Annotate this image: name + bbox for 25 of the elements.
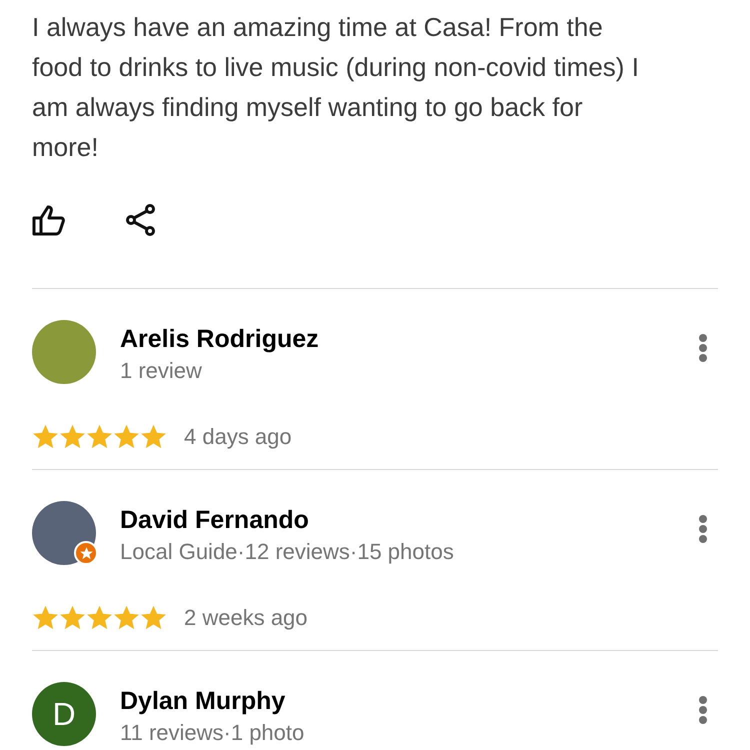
star-icon [113, 604, 140, 631]
star-icon [140, 604, 167, 631]
star-icon [140, 423, 167, 450]
review-text: I always have an amazing time at Casa! From the food to drinks to live music (during non-covid times) I am always finding myself wanting to go back for more! [32, 11, 640, 164]
star-icon [86, 604, 113, 631]
share-icon[interactable] [126, 204, 156, 236]
reviewer-stats: Local Guide·12 reviews·15 photos [120, 538, 455, 566]
thumbs-up-icon[interactable] [32, 204, 66, 236]
reviewer-name[interactable]: Arelis Rodriguez [120, 323, 698, 355]
more-options-icon[interactable] [698, 696, 708, 724]
reviewer-name[interactable]: David Fernando [120, 504, 698, 536]
star-icon [113, 423, 140, 450]
avatar-letter: D [32, 682, 96, 746]
reviewer-name[interactable]: Dylan Murphy [120, 685, 698, 717]
review-time: 2 weeks ago [184, 604, 308, 632]
review-time: 4 days ago [184, 423, 292, 451]
reviewer-stats: 11 reviews·1 photo [120, 719, 306, 747]
more-options-icon[interactable] [698, 515, 708, 543]
star-icon [86, 423, 113, 450]
reviewer-stats: 1 review [120, 357, 203, 385]
star-icon [32, 604, 59, 631]
star-icon [59, 423, 86, 450]
more-options-icon[interactable] [698, 334, 708, 362]
star-icon [59, 604, 86, 631]
star-icon [32, 423, 59, 450]
